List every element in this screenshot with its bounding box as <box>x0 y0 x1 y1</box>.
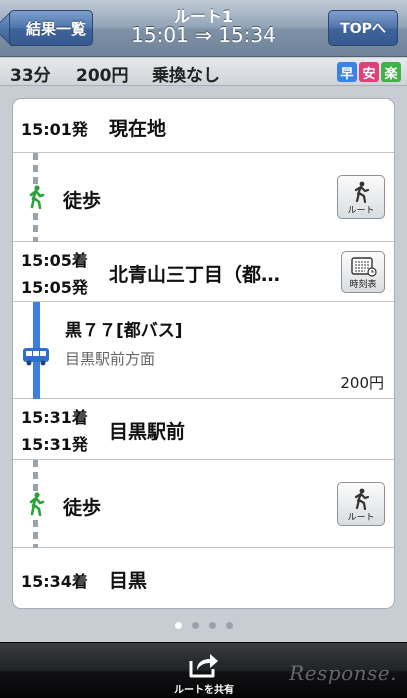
route-detail-card: 15:01発 現在地 徒歩 ルート 15:05着 15:05発 北青山三丁目（都… <box>12 98 395 609</box>
page-dot <box>208 622 216 629</box>
navigation-bar: 結果一覧 ルート1 15:01 ⇒ 15:34 TOPへ <box>0 0 407 57</box>
easiest-badge: 楽 <box>381 62 401 82</box>
bus-line-name: 黒７７[都バス] <box>65 321 183 341</box>
arrival-time: 15:34着 <box>21 572 88 591</box>
back-button-wrap: 結果一覧 <box>9 10 93 46</box>
transfer-text: 乗換なし <box>152 66 220 86</box>
bus-icon <box>23 348 49 366</box>
share-route-button[interactable]: ルートを共有 <box>168 651 240 697</box>
walk-route-button[interactable]: ルート <box>337 175 385 219</box>
start-station: 現在地 <box>109 118 167 140</box>
bus-direction: 目黒駅前方面 <box>65 350 156 368</box>
walking-person-icon <box>27 492 45 516</box>
page-dot <box>191 622 199 629</box>
bus-fare: 200円 <box>340 374 384 392</box>
arrival-time: 15:31着 <box>21 408 88 427</box>
route-time-range: 15:01 ⇒ 15:34 <box>131 23 276 47</box>
walk-segment-row: 徒歩 ルート <box>13 153 394 242</box>
stop-station[interactable]: 北青山三丁目（都… <box>109 260 280 287</box>
route-button-label: ルート <box>347 206 375 216</box>
watermark-logo: Response. <box>289 661 397 685</box>
fastest-badge: 早 <box>337 62 357 82</box>
page-dot <box>225 622 233 629</box>
timetable-button[interactable]: 時刻表 <box>341 251 385 293</box>
timetable-label: 時刻表 <box>349 280 377 290</box>
page-dot <box>174 622 182 629</box>
departure-time: 15:05発 <box>21 278 88 297</box>
route-button-label: ルート <box>347 513 375 523</box>
end-row: 15:34着 目黒 <box>13 548 394 608</box>
arrival-time: 15:05着 <box>21 251 88 270</box>
duration-text: 33分 <box>10 66 51 86</box>
start-row: 15:01発 現在地 <box>13 99 394 153</box>
walk-label: 徒歩 <box>63 497 102 519</box>
bus-segment-row: 黒７７[都バス] 目黒駅前方面 200円 <box>13 302 394 399</box>
stop-station: 目黒駅前 <box>109 421 186 443</box>
walk-segment-row: 徒歩 ルート <box>13 460 394 548</box>
fare-text: 200円 <box>76 66 129 86</box>
page-indicator[interactable] <box>0 622 407 632</box>
bottom-toolbar: ルートを共有 Response. <box>0 642 407 698</box>
walking-person-icon <box>27 185 45 209</box>
back-to-results-button[interactable]: 結果一覧 <box>9 10 93 46</box>
timetable-icon <box>351 257 377 277</box>
route-badges: 早 安 楽 <box>337 62 401 82</box>
transfer-stop-row: 15:05着 15:05発 北青山三丁目（都… 時刻表 <box>13 242 394 302</box>
walking-person-icon <box>354 181 370 203</box>
share-route-label: ルートを共有 <box>174 685 234 696</box>
walk-route-button[interactable]: ルート <box>337 482 385 526</box>
arrival-stop-row: 15:31着 15:31発 目黒駅前 <box>13 399 394 460</box>
walk-label: 徒歩 <box>63 190 102 212</box>
top-button[interactable]: TOPへ <box>328 10 398 46</box>
walking-person-icon <box>354 488 370 510</box>
route-summary-bar: 33分 200円 乗換なし 早 安 楽 <box>0 58 407 86</box>
departure-time: 15:01発 <box>21 120 88 139</box>
end-station: 目黒 <box>109 570 148 592</box>
cheapest-badge: 安 <box>359 62 379 82</box>
share-icon <box>189 654 218 678</box>
departure-time: 15:31発 <box>21 435 88 454</box>
